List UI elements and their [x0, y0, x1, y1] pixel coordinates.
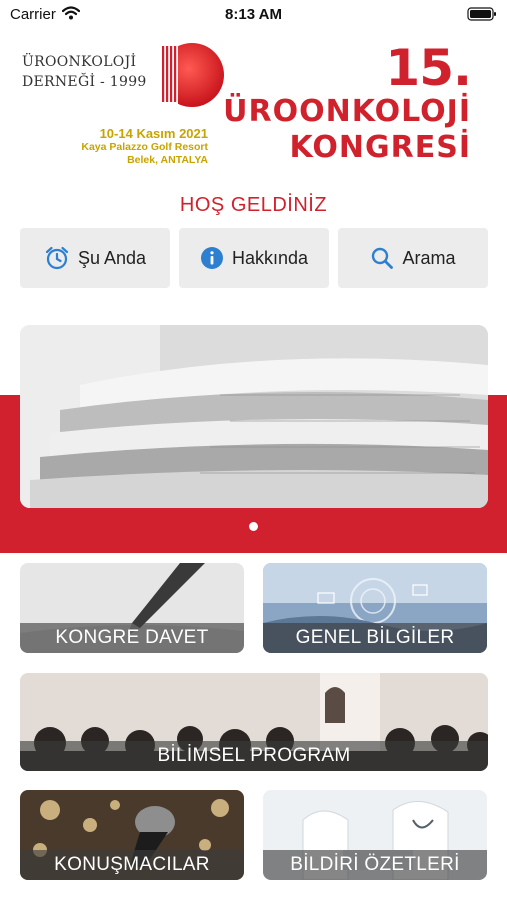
- info-icon: [200, 247, 223, 269]
- battery-icon: [467, 7, 496, 21]
- congress-number: 15.: [385, 39, 472, 97]
- about-button-label: Hakkında: [231, 247, 309, 268]
- now-button-label: Şu Anda: [77, 247, 147, 268]
- search-button[interactable]: Arama: [338, 228, 488, 288]
- tile-general-info-label: GENEL BİLGİLER: [263, 623, 487, 653]
- tile-abstracts[interactable]: BİLDİRİ ÖZETLERİ: [263, 790, 487, 880]
- association-name: ÜROONKOLOJİ DERNEĞİ - 1999: [22, 52, 162, 92]
- clock-time: 8:13 AM: [225, 6, 282, 23]
- tile-scientific-program-label: BİLİMSEL PROGRAM: [20, 741, 488, 771]
- tile-speakers-label: KONUŞMACILAR: [20, 850, 244, 880]
- now-button[interactable]: Şu Anda: [20, 228, 170, 288]
- event-city: Belek, ANTALYA: [127, 154, 208, 166]
- event-info: 10-14 Kasım 2021 Kaya Palazzo Golf Resor…: [40, 126, 208, 167]
- congress-title-line1: ÜROONKOLOJİ: [223, 94, 471, 129]
- congress-title-line2: KONGRESİ: [289, 130, 471, 165]
- search-button-label: Arama: [402, 247, 456, 268]
- about-button[interactable]: Hakkında: [179, 228, 329, 288]
- tile-general-info[interactable]: GENEL BİLGİLER: [263, 563, 487, 653]
- association-name-line2: DERNEĞİ - 1999: [22, 74, 147, 90]
- newspapers-photo: [20, 325, 488, 508]
- alarm-clock-icon: [45, 246, 69, 270]
- association-name-line1: ÜROONKOLOJİ: [22, 54, 137, 70]
- event-venue: Kaya Palazzo Golf Resort: [81, 141, 208, 153]
- status-bar: Carrier 8:13 AM: [0, 0, 507, 28]
- carousel-page-indicator[interactable]: [249, 522, 258, 531]
- search-icon: [372, 247, 394, 269]
- tile-congress-invitation-label: KONGRE DAVET: [20, 623, 244, 653]
- event-date: 10-14 Kasım 2021: [99, 126, 208, 141]
- tile-scientific-program[interactable]: BİLİMSEL PROGRAM: [20, 673, 488, 771]
- tile-congress-invitation[interactable]: KONGRE DAVET: [20, 563, 244, 653]
- banner-carousel[interactable]: [20, 325, 488, 508]
- congress-title: 15. ÜROONKOLOJİ KONGRESİ: [221, 39, 472, 166]
- association-logo: [156, 42, 224, 107]
- tile-speakers[interactable]: KONUŞMACILAR: [20, 790, 244, 880]
- welcome-heading: HOŞ GELDİNİZ: [179, 194, 328, 216]
- tile-abstracts-label: BİLDİRİ ÖZETLERİ: [263, 850, 487, 880]
